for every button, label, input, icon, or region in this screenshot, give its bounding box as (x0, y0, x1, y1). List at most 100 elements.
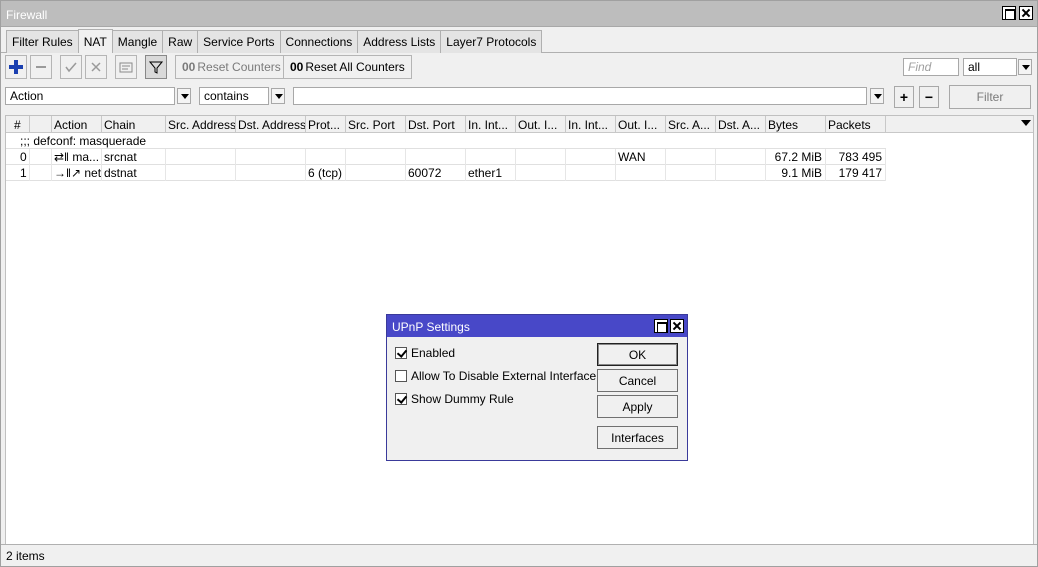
cell-action-label: net... (84, 166, 102, 180)
reset-counters-button[interactable]: 00 Reset Counters (175, 55, 288, 79)
col-out-interface[interactable]: Out. I... (516, 116, 566, 133)
cell-dst-address-list (716, 149, 766, 165)
cell-src-port (346, 149, 406, 165)
scope-select[interactable]: all (963, 58, 1017, 76)
checkbox-checked-icon[interactable] (395, 347, 407, 359)
tab-service-ports[interactable]: Service Ports (197, 30, 281, 53)
col-out-interface-list[interactable]: Out. I... (616, 116, 666, 133)
col-dst-address[interactable]: Dst. Address (236, 116, 306, 133)
cancel-button[interactable]: Cancel (597, 369, 678, 392)
filter-field-dropdown-icon[interactable] (177, 88, 191, 104)
add-filter-button[interactable]: + (894, 86, 914, 108)
find-input[interactable]: Find (903, 58, 959, 76)
col-dst-address-list[interactable]: Dst. A... (716, 116, 766, 133)
cell-out-interface (516, 165, 566, 181)
col-bytes[interactable]: Bytes (766, 116, 826, 133)
col-flags[interactable] (30, 116, 52, 133)
cell-action: →‖↗ net... (52, 165, 102, 181)
maximize-icon[interactable] (654, 319, 668, 333)
window-title: Firewall (6, 8, 48, 22)
cell-bytes: 67.2 MiB (766, 149, 826, 165)
col-src-address[interactable]: Src. Address (166, 116, 236, 133)
cell-number: 0 (6, 149, 30, 165)
col-action[interactable]: Action (52, 116, 102, 133)
minus-icon (36, 66, 46, 68)
col-chain[interactable]: Chain (102, 116, 166, 133)
cell-dst-address-list (716, 165, 766, 181)
tab-filter-rules[interactable]: Filter Rules (6, 30, 79, 53)
filter-value-input[interactable] (293, 87, 867, 105)
cell-flags (30, 149, 52, 165)
show-dummy-rule-checkbox[interactable]: Show Dummy Rule (395, 392, 514, 406)
checkbox-unchecked-icon[interactable] (395, 370, 407, 382)
col-number[interactable]: # (6, 116, 30, 133)
tab-layer7-protocols[interactable]: Layer7 Protocols (440, 30, 543, 53)
dialog-titlebar[interactable]: UPnP Settings (387, 315, 687, 337)
col-src-port[interactable]: Src. Port (346, 116, 406, 133)
cell-in-interface-list (566, 165, 616, 181)
cell-src-address-list (666, 149, 716, 165)
upnp-settings-dialog: UPnP Settings Enabled Allow To Disable E… (386, 314, 688, 461)
remove-filter-button[interactable]: − (919, 86, 939, 108)
cell-protocol (306, 149, 346, 165)
masquerade-icon: ⇄‖ (54, 150, 70, 164)
close-icon[interactable] (670, 319, 684, 333)
enable-button[interactable] (60, 55, 82, 79)
maximize-icon[interactable] (1002, 6, 1016, 20)
col-dst-port[interactable]: Dst. Port (406, 116, 466, 133)
note-icon (119, 62, 133, 73)
remove-button[interactable] (30, 55, 52, 79)
tab-raw[interactable]: Raw (162, 30, 199, 53)
cell-dst-port (406, 149, 466, 165)
cell-bytes: 9.1 MiB (766, 165, 826, 181)
checkbox-checked-icon[interactable] (395, 393, 407, 405)
comment-button[interactable] (115, 55, 137, 79)
ok-button[interactable]: OK (597, 343, 678, 366)
col-src-address-list[interactable]: Src. A... (666, 116, 716, 133)
add-button[interactable] (5, 55, 27, 79)
apply-button[interactable]: Apply (597, 395, 678, 418)
column-chooser-icon[interactable] (1021, 120, 1031, 126)
status-bar: 2 items (1, 544, 1037, 566)
enabled-checkbox[interactable]: Enabled (395, 346, 455, 360)
disable-button[interactable] (85, 55, 107, 79)
filter-value-dropdown-icon[interactable] (870, 88, 884, 104)
scope-dropdown-icon[interactable] (1018, 59, 1032, 75)
counter-icon: 00 (182, 60, 196, 74)
allow-disable-external-interface-label: Allow To Disable External Interface (411, 369, 597, 383)
cell-dst-address (236, 149, 306, 165)
table-row[interactable]: 0 ⇄‖ ma... srcnat WAN 67.2 MiB 783 495 (6, 149, 886, 165)
col-packets[interactable]: Packets (826, 116, 886, 133)
table-row[interactable]: 1 →‖↗ net... dstnat 6 (tcp) 60072 ether1… (6, 165, 886, 181)
funnel-icon (149, 61, 163, 74)
filter-field-select[interactable]: Action (5, 87, 175, 105)
cell-packets: 783 495 (826, 149, 886, 165)
col-in-interface[interactable]: In. Int... (466, 116, 516, 133)
tab-mangle[interactable]: Mangle (111, 30, 164, 53)
interfaces-button[interactable]: Interfaces (597, 426, 678, 449)
rule-comment: ;;; defconf: masquerade (20, 134, 147, 148)
cell-in-interface-list (566, 149, 616, 165)
filter-toggle-button[interactable] (145, 55, 167, 79)
filter-operator-dropdown-icon[interactable] (271, 88, 285, 104)
cell-dst-address (236, 165, 306, 181)
allow-disable-external-interface-checkbox[interactable]: Allow To Disable External Interface (395, 369, 596, 383)
tab-address-lists[interactable]: Address Lists (357, 30, 442, 53)
window-titlebar[interactable]: Firewall (1, 1, 1037, 27)
col-protocol[interactable]: Prot... (306, 116, 346, 133)
cell-src-port (346, 165, 406, 181)
col-in-interface-list[interactable]: In. Int... (566, 116, 616, 133)
cell-protocol: 6 (tcp) (306, 165, 346, 181)
show-dummy-rule-label: Show Dummy Rule (411, 392, 514, 406)
tab-nat[interactable]: NAT (77, 29, 113, 53)
reset-all-counters-button[interactable]: 00 Reset All Counters (283, 55, 412, 79)
dialog-title: UPnP Settings (392, 320, 470, 334)
cell-chain: dstnat (102, 165, 166, 181)
filter-operator-select[interactable]: contains (199, 87, 269, 105)
cell-dst-port: 60072 (406, 165, 466, 181)
tab-connections[interactable]: Connections (279, 30, 359, 53)
filter-button[interactable]: Filter (949, 85, 1031, 109)
comment-row[interactable]: ;;; defconf: masquerade (6, 133, 886, 149)
close-icon[interactable] (1019, 6, 1033, 20)
cell-flags (30, 165, 52, 181)
